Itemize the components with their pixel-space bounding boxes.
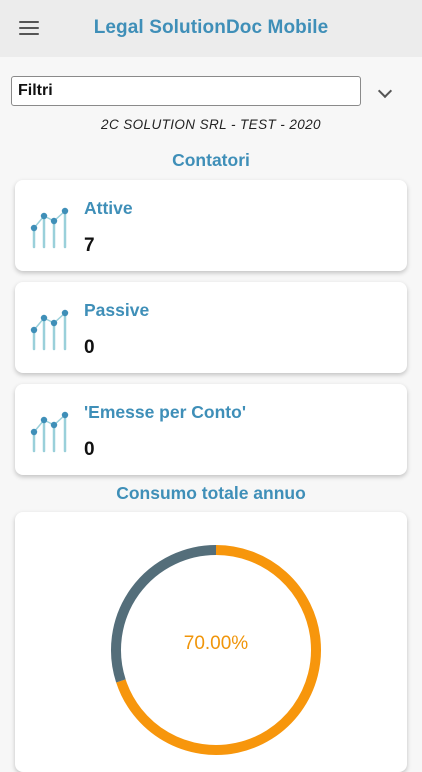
counter-label: 'Emesse per Conto' <box>84 402 246 422</box>
counter-value: 7 <box>84 235 95 256</box>
chart-icon <box>30 411 69 453</box>
counter-card-passive[interactable]: Passive 0 <box>15 282 407 373</box>
counter-label: Attive <box>84 198 133 218</box>
app-bar: Legal SolutionDoc Mobile <box>0 0 422 57</box>
counters-section-title: Contatori <box>172 150 250 170</box>
counter-value: 0 <box>84 337 95 358</box>
counter-card-emesse-per-conto[interactable]: 'Emesse per Conto' 0 <box>15 384 407 475</box>
filter-input[interactable]: Filtri <box>11 76 361 106</box>
chevron-down-icon[interactable] <box>377 83 393 99</box>
chart-icon <box>30 207 69 249</box>
donut-percent-label: 70.00% <box>183 633 249 654</box>
counter-value: 0 <box>84 439 95 460</box>
donut-slice-remaining <box>111 545 217 683</box>
app-title: Legal SolutionDoc Mobile <box>93 17 329 38</box>
counter-label: Passive <box>84 300 150 320</box>
consumption-chart-card: 70.00% <box>15 512 407 772</box>
counter-card-attive[interactable]: Attive 7 <box>15 180 407 271</box>
chart-icon <box>30 309 69 351</box>
consumption-section-title: Consumo totale annuo <box>116 483 306 503</box>
company-info: 2C SOLUTION SRL - TEST - 2020 <box>101 117 321 132</box>
